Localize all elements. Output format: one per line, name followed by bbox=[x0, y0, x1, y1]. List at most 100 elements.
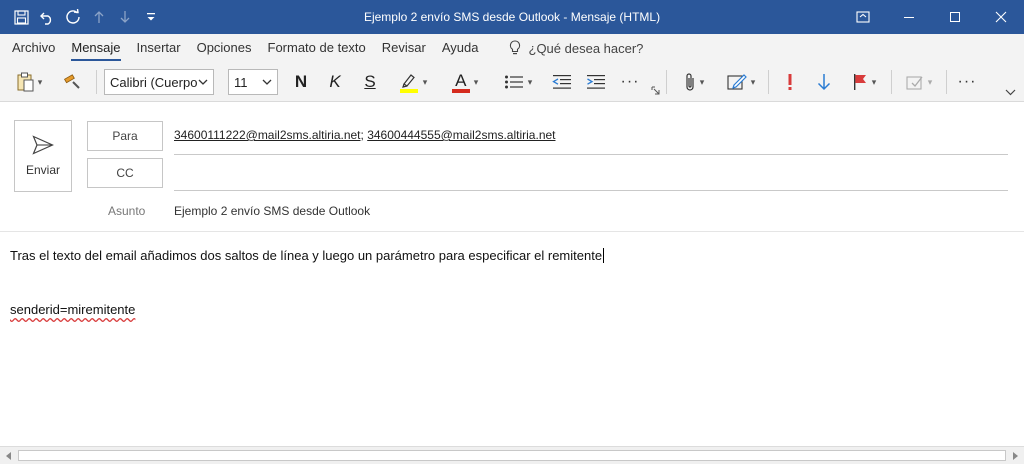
clipboard-icon bbox=[17, 72, 34, 92]
ribbon-separator bbox=[666, 70, 667, 94]
customize-icon[interactable] bbox=[138, 4, 164, 30]
signature-button[interactable]: ▾ bbox=[720, 62, 762, 102]
close-icon[interactable] bbox=[978, 0, 1024, 34]
tab-formato-de-texto[interactable]: Formato de texto bbox=[260, 34, 374, 62]
font-size-select[interactable]: 11 bbox=[228, 69, 278, 95]
bold-button[interactable]: N bbox=[288, 62, 314, 102]
ribbon-separator bbox=[96, 70, 97, 94]
maximize-icon[interactable] bbox=[932, 0, 978, 34]
horizontal-scrollbar[interactable] bbox=[0, 446, 1024, 464]
quick-access-toolbar bbox=[8, 0, 164, 34]
cc-input[interactable] bbox=[174, 160, 1008, 188]
ribbon-display-options-icon[interactable] bbox=[840, 0, 886, 34]
body-text-line: Tras el texto del email añadimos dos sal… bbox=[10, 248, 603, 263]
tab-ayuda[interactable]: Ayuda bbox=[434, 34, 487, 62]
to-label: Para bbox=[112, 129, 138, 143]
address-separator: ; bbox=[360, 128, 364, 142]
font-size-value: 11 bbox=[234, 74, 248, 90]
scroll-right-icon[interactable] bbox=[1006, 447, 1024, 464]
send-label: Enviar bbox=[25, 163, 60, 177]
decrease-indent-button[interactable] bbox=[549, 62, 575, 102]
strikethrough-button[interactable]: S bbox=[357, 62, 383, 102]
send-icon bbox=[32, 135, 54, 155]
arrow-down-icon bbox=[817, 74, 831, 91]
exclamation-icon bbox=[788, 74, 792, 90]
message-body[interactable] bbox=[0, 232, 1008, 446]
down-arrow-icon[interactable] bbox=[112, 4, 138, 30]
cc-button[interactable]: CC bbox=[87, 158, 163, 188]
chevron-down-icon: ▾ bbox=[422, 76, 428, 87]
to-address[interactable]: 34600444555@mail2sms.altiria.net bbox=[367, 128, 555, 142]
redo-icon[interactable] bbox=[60, 4, 86, 30]
chevron-down-icon: ▾ bbox=[37, 76, 43, 87]
strikethrough-label: S bbox=[364, 72, 376, 91]
tab-revisar[interactable]: Revisar bbox=[374, 34, 434, 62]
save-icon[interactable] bbox=[8, 4, 34, 30]
font-name-select[interactable]: Calibri (Cuerpo bbox=[104, 69, 214, 95]
attach-file-button[interactable]: ▾ bbox=[674, 62, 714, 102]
chevron-down-icon bbox=[262, 79, 272, 85]
font-color-swatch bbox=[451, 88, 470, 93]
chevron-down-icon: ▾ bbox=[871, 76, 877, 87]
minimize-icon[interactable] bbox=[886, 0, 932, 34]
italic-label: K bbox=[329, 72, 341, 91]
body-paragraph: Tras el texto del email añadimos dos sal… bbox=[10, 248, 605, 263]
subject-input[interactable]: Ejemplo 2 envío SMS desde Outlook bbox=[174, 204, 370, 218]
italic-button[interactable]: K bbox=[322, 62, 348, 102]
to-button[interactable]: Para bbox=[87, 121, 163, 151]
signature-icon bbox=[727, 74, 747, 90]
ribbon-separator bbox=[891, 70, 892, 94]
to-field[interactable]: 34600111222@mail2sms.altiria.net; 346004… bbox=[174, 128, 556, 142]
font-name-value: Calibri (Cuerpo bbox=[110, 74, 198, 90]
more-commands-button[interactable]: ··· bbox=[952, 62, 982, 102]
to-field-underline bbox=[174, 154, 1008, 155]
tab-mensaje[interactable]: Mensaje bbox=[63, 34, 128, 62]
bullets-button[interactable]: ▾ bbox=[494, 62, 542, 102]
to-address[interactable]: 34600111222@mail2sms.altiria.net bbox=[174, 128, 361, 142]
ribbon: ▾ Calibri (Cuerpo 11 N K S ▾ A ▾ ▾ ··· ▾… bbox=[0, 62, 1024, 102]
send-button[interactable]: Enviar bbox=[14, 120, 72, 192]
menu-bar: Archivo Mensaje Insertar Opciones Format… bbox=[0, 34, 1024, 62]
font-color-letter: A bbox=[455, 70, 467, 90]
scroll-left-icon[interactable] bbox=[0, 447, 18, 464]
chevron-down-icon: ▾ bbox=[527, 76, 533, 87]
scrollbar-thumb[interactable] bbox=[18, 450, 1006, 461]
font-color-icon: A bbox=[451, 70, 470, 93]
tab-opciones[interactable]: Opciones bbox=[189, 34, 260, 62]
highlight-button[interactable]: ▾ bbox=[390, 62, 436, 102]
chevron-down-icon: ▾ bbox=[750, 76, 756, 87]
bold-label: N bbox=[294, 72, 308, 91]
increase-indent-button[interactable] bbox=[583, 62, 609, 102]
sensitivity-button[interactable]: ▾ bbox=[898, 62, 940, 102]
format-painter-button[interactable] bbox=[58, 62, 88, 102]
bullet-list-icon bbox=[504, 75, 523, 89]
decrease-indent-icon bbox=[552, 75, 571, 89]
body-text-line: senderid=miremitente bbox=[10, 302, 136, 317]
font-color-button[interactable]: A ▾ bbox=[442, 62, 488, 102]
cc-field-underline bbox=[174, 190, 1008, 191]
sensitivity-icon bbox=[906, 76, 923, 90]
tell-me-search[interactable]: ¿Qué desea hacer? bbox=[509, 40, 643, 56]
expand-ribbon-icon[interactable] bbox=[1000, 82, 1020, 102]
title-bar: Ejemplo 2 envío SMS desde Outlook - Mens… bbox=[0, 0, 1024, 34]
tab-archivo[interactable]: Archivo bbox=[4, 34, 63, 62]
more-formatting-button[interactable]: ··· bbox=[615, 62, 645, 102]
paste-button[interactable]: ▾ bbox=[8, 62, 50, 102]
ribbon-separator bbox=[768, 70, 769, 94]
highlighter-icon bbox=[399, 74, 418, 93]
subject-label: Asunto bbox=[108, 204, 146, 218]
increase-indent-icon bbox=[587, 75, 605, 89]
undo-icon[interactable] bbox=[34, 4, 60, 30]
chevron-down-icon: ▾ bbox=[699, 76, 705, 87]
chevron-down-icon bbox=[198, 79, 208, 85]
follow-up-flag-button[interactable]: ▾ bbox=[844, 62, 884, 102]
flag-icon bbox=[853, 74, 866, 90]
chevron-down-icon: ▾ bbox=[473, 76, 479, 87]
up-arrow-icon[interactable] bbox=[86, 4, 112, 30]
low-importance-button[interactable] bbox=[810, 62, 838, 102]
dialog-launcher-icon[interactable] bbox=[648, 80, 662, 100]
cc-label: CC bbox=[116, 166, 134, 180]
tab-insertar[interactable]: Insertar bbox=[129, 34, 189, 62]
format-painter-icon bbox=[64, 74, 80, 89]
high-importance-button[interactable] bbox=[776, 62, 804, 102]
